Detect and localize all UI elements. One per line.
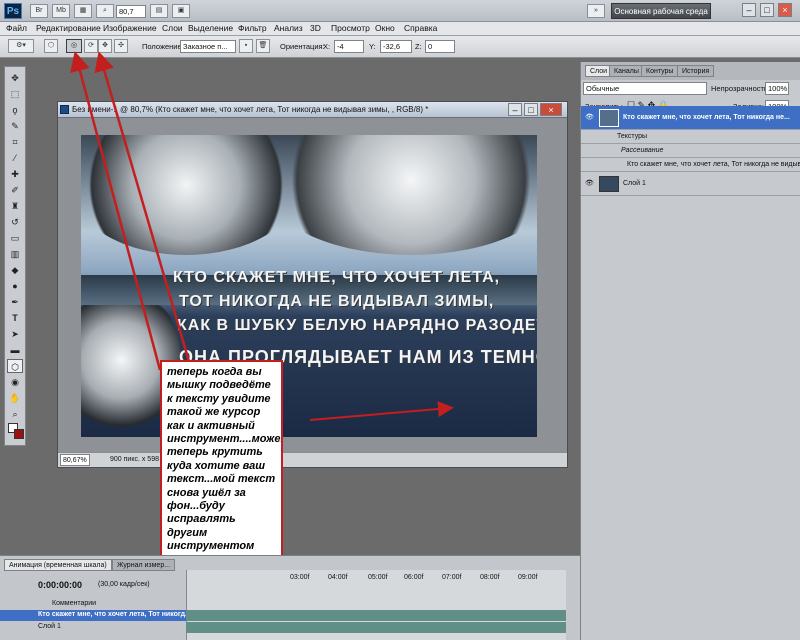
- tick-label: 05:00f: [368, 574, 388, 581]
- current-time: 0:00:00:00: [38, 580, 83, 590]
- tab-layers[interactable]: Слои: [585, 65, 613, 77]
- arrow-to-roll-tool: [70, 51, 162, 371]
- tab-animation[interactable]: Анимация (временная шкала): [4, 559, 112, 571]
- effects-row[interactable]: Текстуры: [581, 130, 800, 144]
- arrow-to-canvas-text: [309, 401, 454, 421]
- tick-label: 06:00f: [404, 574, 424, 581]
- annotation-note: теперь когда вы мышку подведёте к тексту…: [160, 360, 283, 578]
- tab-paths[interactable]: Контуры: [641, 65, 679, 77]
- comments-label: Комментарии: [52, 600, 97, 607]
- visibility-eye-icon[interactable]: 👁: [585, 106, 594, 129]
- blend-mode-select[interactable]: Обычные: [583, 82, 707, 95]
- effect-layer-label: Кто скажет мне, что хочет лета, Тот нико…: [627, 161, 800, 168]
- layer-row-text[interactable]: 👁 Кто скажет мне, что хочет лета, Тот ни…: [581, 106, 800, 130]
- layer-1-name: Слой 1: [623, 180, 646, 187]
- tick-label: 08:00f: [480, 574, 500, 581]
- tick-label: 09:00f: [518, 574, 538, 581]
- visibility-eye-icon[interactable]: 👁: [585, 172, 594, 195]
- layer-text-name: Кто скажет мне, что хочет лета, Тот нико…: [623, 114, 790, 121]
- tick-label: 03:00f: [290, 574, 310, 581]
- fps-label: (30,00 кадр/сек): [98, 581, 150, 588]
- opacity-field[interactable]: 100%: [765, 82, 789, 95]
- tab-measurement-log[interactable]: Журнал измер...: [112, 559, 176, 571]
- effect-layer-row[interactable]: Кто скажет мне, что хочет лета, Тот нико…: [581, 158, 800, 172]
- effect-sub-row[interactable]: Рассеивание: [581, 144, 800, 158]
- animation-timeline: Анимация (временная шкала) Журнал измер.…: [0, 555, 580, 640]
- tab-history[interactable]: История: [677, 65, 715, 77]
- tab-channels[interactable]: Каналы: [609, 65, 644, 77]
- tick-label: 04:00f: [328, 574, 348, 581]
- timeline-bar-text[interactable]: [186, 610, 566, 621]
- effects-label: Текстуры: [617, 133, 648, 140]
- effect-sub-label: Рассеивание: [621, 147, 664, 154]
- layer-row-1[interactable]: 👁 Слой 1: [581, 172, 800, 196]
- layers-panel: Слои Каналы Контуры История Обычные Непр…: [580, 62, 800, 640]
- tick-label: 07:00f: [442, 574, 462, 581]
- timeline-bar-layer1[interactable]: [186, 622, 566, 633]
- layer-thumbnail: [599, 109, 619, 127]
- timeline-row-text: Кто скажет мне, что хочет лета, Тот нико…: [38, 611, 191, 618]
- timeline-row-layer1: Слой 1: [38, 623, 61, 630]
- layer-1-thumbnail: [599, 176, 619, 192]
- opacity-label: Непрозрачность:: [711, 84, 770, 93]
